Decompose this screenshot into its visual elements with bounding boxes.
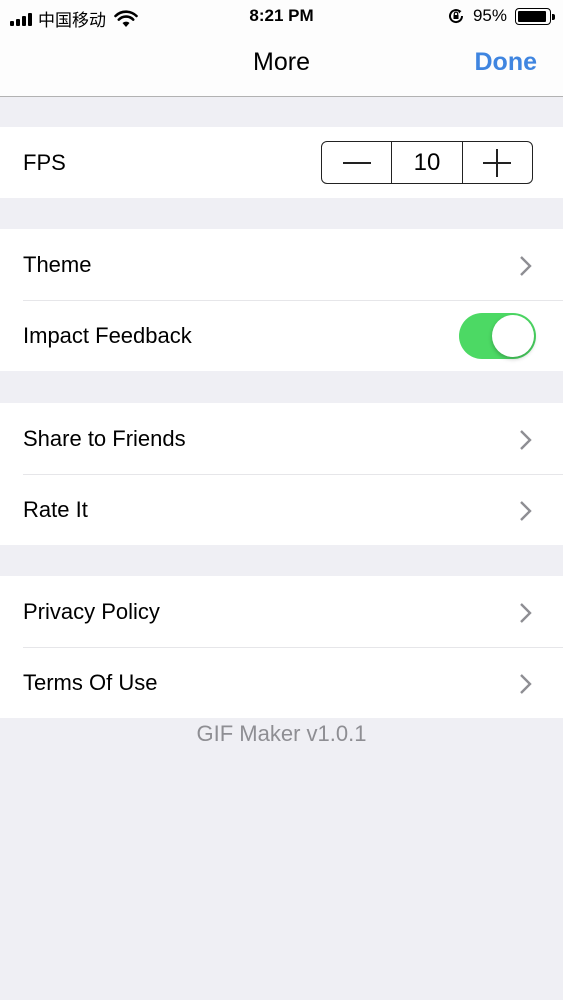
- privacy-row[interactable]: Privacy Policy: [0, 576, 563, 647]
- terms-label: Terms Of Use: [23, 669, 158, 695]
- rotation-lock-icon: [449, 9, 463, 24]
- privacy-label: Privacy Policy: [23, 598, 160, 624]
- done-button[interactable]: Done: [475, 48, 538, 77]
- chevron-right-icon: [520, 501, 532, 521]
- appearance-group: Theme Impact Feedback: [0, 229, 563, 371]
- rate-row[interactable]: Rate It: [0, 474, 563, 545]
- toggle-knob: [492, 315, 534, 357]
- fps-group: FPS 10: [0, 127, 563, 198]
- terms-row[interactable]: Terms Of Use: [0, 647, 563, 718]
- share-group: Share to Friends Rate It: [0, 403, 563, 545]
- battery-percent: 95%: [472, 6, 507, 25]
- battery-icon: [515, 7, 555, 25]
- impact-feedback-toggle[interactable]: [459, 313, 536, 359]
- battery-fill: [518, 10, 546, 22]
- chevron-right-icon: [520, 430, 532, 450]
- fps-label: FPS: [23, 149, 66, 175]
- fps-stepper: 10: [321, 141, 533, 184]
- increment-button[interactable]: [463, 142, 532, 183]
- rate-label: Rate It: [23, 496, 88, 522]
- fps-row: FPS 10: [0, 127, 563, 198]
- impact-feedback-row: Impact Feedback: [0, 300, 563, 371]
- navigation-bar: More Done: [0, 32, 563, 97]
- chevron-right-icon: [520, 674, 532, 694]
- theme-label: Theme: [23, 251, 92, 277]
- status-right: 95%: [447, 6, 555, 26]
- share-row[interactable]: Share to Friends: [0, 403, 563, 474]
- impact-feedback-label: Impact Feedback: [23, 322, 192, 348]
- theme-row[interactable]: Theme: [0, 229, 563, 300]
- chevron-right-icon: [520, 603, 532, 623]
- battery-nub: [552, 13, 555, 20]
- minus-icon: [342, 161, 371, 164]
- legal-group: Privacy Policy Terms Of Use: [0, 576, 563, 718]
- plus-icon: [483, 148, 512, 177]
- app-version: GIF Maker v1.0.1: [196, 721, 367, 746]
- share-label: Share to Friends: [23, 425, 186, 451]
- decrement-button[interactable]: [322, 142, 391, 183]
- chevron-right-icon: [520, 256, 532, 276]
- status-bar: 中国移动 8:21 PM 95%: [0, 0, 563, 32]
- fps-value: 10: [391, 142, 463, 183]
